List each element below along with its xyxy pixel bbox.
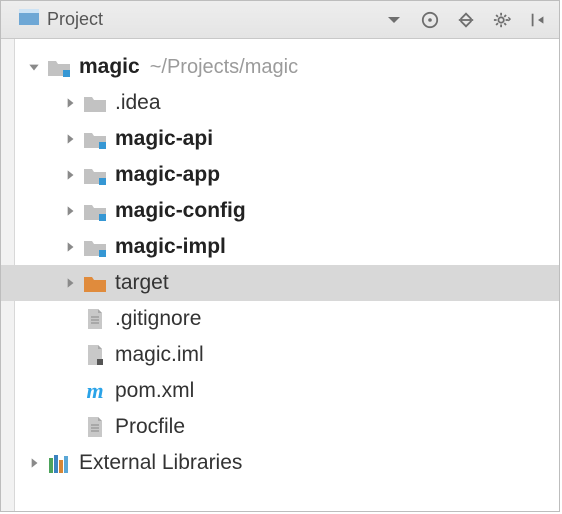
chevron-right-icon[interactable] (61, 94, 79, 112)
text-file-icon (83, 415, 107, 439)
module-folder-icon (83, 127, 107, 151)
collapse-all-icon[interactable] (455, 9, 477, 31)
project-tool-window: Project magic ~/Projects/magic (0, 0, 560, 512)
node-label: magic.iml (115, 343, 204, 367)
tree-node-procfile[interactable]: Procfile (1, 409, 559, 445)
project-view-icon (19, 9, 39, 31)
node-label: External Libraries (79, 451, 242, 475)
node-label: Procfile (115, 415, 185, 439)
target-folder-icon (83, 271, 107, 295)
tree-node-target[interactable]: target (1, 265, 559, 301)
tree-node-magic-app[interactable]: magic-app (1, 157, 559, 193)
external-libraries-icon (47, 451, 71, 475)
project-root-node[interactable]: magic ~/Projects/magic (1, 49, 559, 85)
text-file-icon (83, 307, 107, 331)
tree-node-magic-api[interactable]: magic-api (1, 121, 559, 157)
tree-node-gitignore[interactable]: .gitignore (1, 301, 559, 337)
project-tree[interactable]: magic ~/Projects/magic .idea magic-api m… (1, 39, 559, 511)
chevron-right-icon[interactable] (61, 166, 79, 184)
node-label: magic (79, 55, 140, 79)
tree-node-magic-config[interactable]: magic-config (1, 193, 559, 229)
scroll-from-source-icon[interactable] (419, 9, 441, 31)
tree-node-iml[interactable]: magic.iml (1, 337, 559, 373)
view-mode-dropdown-icon[interactable] (383, 9, 405, 31)
node-label: pom.xml (115, 379, 194, 403)
node-label: magic-config (115, 199, 246, 223)
node-label: .gitignore (115, 307, 201, 331)
module-folder-icon (83, 235, 107, 259)
settings-gear-icon[interactable] (491, 9, 513, 31)
tree-node-pom[interactable]: m pom.xml (1, 373, 559, 409)
maven-icon: m (83, 379, 107, 403)
tree-node-magic-impl[interactable]: magic-impl (1, 229, 559, 265)
chevron-right-icon[interactable] (61, 238, 79, 256)
project-header: Project (1, 1, 559, 39)
hide-panel-icon[interactable] (527, 9, 549, 31)
node-path: ~/Projects/magic (150, 56, 298, 79)
module-folder-icon (83, 163, 107, 187)
tree-node-idea[interactable]: .idea (1, 85, 559, 121)
chevron-down-icon[interactable] (25, 58, 43, 76)
project-header-title[interactable]: Project (47, 9, 103, 30)
iml-file-icon (83, 343, 107, 367)
chevron-right-icon[interactable] (61, 202, 79, 220)
module-folder-icon (47, 55, 71, 79)
chevron-right-icon[interactable] (25, 454, 43, 472)
node-label: magic-app (115, 163, 220, 187)
external-libraries-node[interactable]: External Libraries (1, 445, 559, 481)
folder-icon (83, 91, 107, 115)
chevron-right-icon[interactable] (61, 130, 79, 148)
node-label: magic-impl (115, 235, 226, 259)
node-label: .idea (115, 91, 161, 115)
chevron-right-icon[interactable] (61, 274, 79, 292)
node-label: target (115, 271, 169, 295)
node-label: magic-api (115, 127, 213, 151)
module-folder-icon (83, 199, 107, 223)
